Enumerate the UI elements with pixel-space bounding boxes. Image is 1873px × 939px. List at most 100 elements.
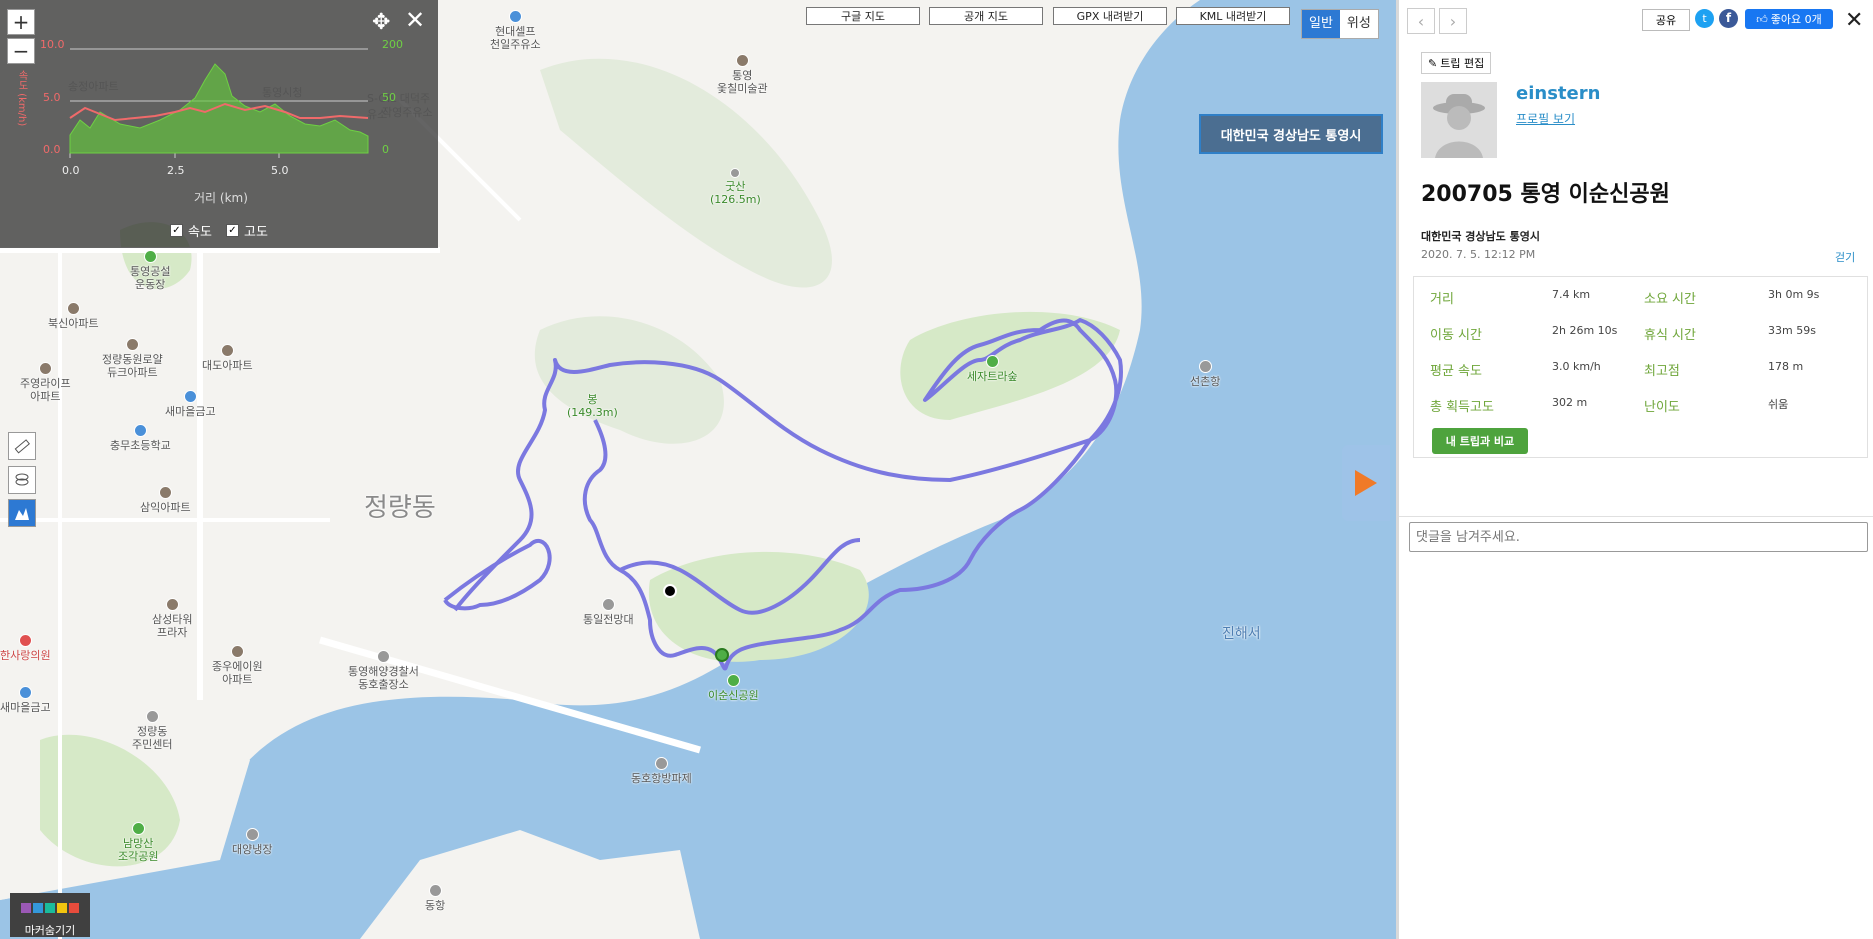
trip-datetime: 2020. 7. 5. 12:12 PM — [1421, 248, 1536, 261]
divider — [1399, 516, 1873, 517]
marker-hide-button[interactable]: 마커숨기기 — [10, 893, 90, 937]
elevation-chart-tool-icon[interactable] — [8, 499, 36, 527]
poi-seonchon-port: 선촌항 — [1190, 360, 1220, 388]
compare-trip-button[interactable]: 내 트립과 비교 — [1432, 428, 1528, 454]
play-icon — [1355, 470, 1377, 496]
poi-namang-park: 남망산 조각공원 — [118, 822, 158, 863]
share-button[interactable]: 공유 — [1642, 9, 1690, 31]
poi-tongil-observatory: 통일전망대 — [583, 598, 634, 626]
poi-peak-149: 봉 (149.3m) — [567, 393, 618, 419]
chart-svg — [69, 48, 369, 158]
poi-isunsin-park: 이순신공원 — [708, 674, 759, 702]
stat-value: 3h 0m 9s — [1768, 288, 1820, 301]
activity-type: 걷기 — [1835, 251, 1856, 264]
poi-jr-center: 정량동 주민센터 — [132, 710, 172, 751]
poi-daeyang: 대양냉장 — [232, 828, 272, 856]
stat-label: 난이도 — [1644, 400, 1680, 415]
stat-value: 쉬움 — [1768, 398, 1789, 411]
ruler-tool-icon[interactable] — [8, 432, 36, 460]
trip-location: 대한민국 경상남도 통영시 — [1421, 230, 1540, 243]
speed-y-tick: 0.0 — [43, 143, 61, 156]
stat-value: 178 m — [1768, 360, 1804, 373]
google-map-button[interactable]: 구글 지도 — [806, 7, 920, 25]
poi-gutsan: 굿산 (126.5m) — [710, 168, 761, 206]
stat-value: 7.4 km — [1552, 288, 1591, 301]
altitude-area — [69, 63, 369, 154]
poi-lacquer-museum: 통영 옻칠미술관 — [717, 54, 768, 95]
stat-value: 2h 26m 10s — [1552, 324, 1618, 337]
poi-hyundai-gas: 현대셀프 천일주유소 — [490, 10, 541, 51]
poi-sechi-forest: 세자트라숲 — [967, 355, 1018, 383]
start-flag-icon — [715, 648, 729, 662]
speed-y-tick: 10.0 — [40, 38, 65, 51]
speed-axis-label: 속도 (km/h) — [16, 70, 27, 127]
stat-value: 33m 59s — [1768, 324, 1816, 337]
stat-value: 3.0 km/h — [1552, 360, 1601, 373]
poi-jr-royal-apt: 정량동원로얄 듀크아파트 — [102, 338, 163, 379]
stat-label: 이동 시간 — [1430, 328, 1482, 343]
poi-samik-apt: 삼익아파트 — [140, 486, 191, 514]
x-tick: 2.5 — [167, 164, 185, 177]
poi-saemaeul-bank-2: 새마을금고 — [0, 686, 51, 714]
poi-dongho: 동항 — [425, 884, 445, 912]
facebook-icon[interactable]: f — [1719, 9, 1738, 28]
edit-trip-label: 트립 편집 — [1440, 57, 1485, 70]
elevation-chart-panel: + − ✥ ✕ 송정아파트 통영시청 S-OIL 대덕주유소 작영주유소 10.… — [0, 0, 438, 248]
poi-saemaeul-bank: 새마을금고 — [165, 390, 216, 418]
kml-download-button[interactable]: KML 내려받기 — [1176, 7, 1290, 25]
marker-hide-label: 마커숨기기 — [24, 924, 76, 937]
prev-trip-button[interactable]: ‹ — [1407, 8, 1435, 34]
thumbs-up-icon: 👍︎ — [1756, 12, 1768, 26]
poi-sports-ground: 통영공설 운동장 — [130, 250, 170, 291]
speed-checkbox[interactable]: ✓ 속도 — [170, 221, 212, 240]
trip-title: 200705 통영 이순신공원 — [1421, 182, 1670, 207]
poi-jinhae: 진해서 — [1222, 626, 1261, 642]
poi-dongho-breakwater: 동호항방파제 — [631, 757, 692, 785]
trip-sidebar: ‹ › 공유 t f 👍︎ 좋아요 0개 ✕ ✎ 트립 편집 einstern 프로… — [1396, 0, 1873, 939]
altitude-y-tick: 0 — [382, 143, 389, 156]
poi-jongu-apt: 종우에이원 아파트 — [212, 645, 263, 686]
stat-label: 소요 시간 — [1644, 292, 1696, 307]
poi-chungmu-school: 충무초등학교 — [110, 424, 171, 452]
region-badge: 대한민국 경상남도 통영시 — [1199, 114, 1383, 154]
poi-coast-guard: 통영해양경찰서 동호출장소 — [348, 650, 419, 691]
play-trip-button[interactable] — [1342, 445, 1390, 521]
stat-label: 휴식 시간 — [1644, 328, 1696, 343]
map-type-satellite[interactable]: 위성 — [1339, 10, 1378, 38]
altitude-checkbox[interactable]: ✓ 고도 — [226, 221, 268, 240]
end-flag-icon — [663, 584, 677, 598]
edit-trip-button[interactable]: ✎ 트립 편집 — [1421, 52, 1492, 74]
next-trip-button[interactable]: › — [1439, 8, 1467, 34]
profile-link[interactable]: 프로필 보기 — [1516, 110, 1575, 127]
poi-samsung-tower: 삼성타워 프라자 — [152, 598, 192, 639]
poi-daedo-apt: 대도아파트 — [202, 344, 253, 372]
poi-juyoung-apt: 주영라이프 아파트 — [20, 362, 71, 403]
gpx-download-button[interactable]: GPX 내려받기 — [1053, 7, 1167, 25]
map-type-toggle: 일반 위성 — [1301, 9, 1379, 39]
public-map-button[interactable]: 공개 지도 — [929, 7, 1043, 25]
x-tick: 0.0 — [62, 164, 80, 177]
stat-label: 총 획득고도 — [1430, 400, 1494, 415]
poi-bukshin-apt: 북신아파트 — [48, 302, 99, 330]
avatar[interactable] — [1421, 82, 1497, 158]
like-button[interactable]: 👍︎ 좋아요 0개 — [1745, 9, 1833, 29]
twitter-icon[interactable]: t — [1695, 9, 1714, 28]
comment-input[interactable] — [1409, 522, 1868, 552]
marker-icons — [10, 893, 90, 916]
altitude-y-tick: 50 — [382, 91, 396, 104]
map-type-normal[interactable]: 일반 — [1302, 10, 1340, 38]
x-tick: 5.0 — [271, 164, 289, 177]
x-axis-label: 거리 (km) — [194, 191, 248, 205]
layers-tool-icon[interactable] — [8, 466, 36, 494]
pencil-icon: ✎ — [1428, 56, 1438, 70]
stat-label: 최고점 — [1644, 364, 1680, 379]
stat-label: 거리 — [1430, 292, 1454, 307]
poi-jeongryangdong: 정량동 — [364, 493, 436, 523]
close-sidebar-icon[interactable]: ✕ — [1845, 8, 1863, 33]
username[interactable]: einstern — [1516, 83, 1600, 104]
altitude-y-tick: 200 — [382, 38, 403, 51]
stat-value: 302 m — [1552, 396, 1588, 409]
speed-y-tick: 5.0 — [43, 91, 61, 104]
map-view[interactable]: 굿산 (126.5m) 봉 (149.3m) 정량동 통일전망대 이순신공원 세자트… — [0, 0, 1396, 939]
stat-label: 평균 속도 — [1430, 364, 1482, 379]
